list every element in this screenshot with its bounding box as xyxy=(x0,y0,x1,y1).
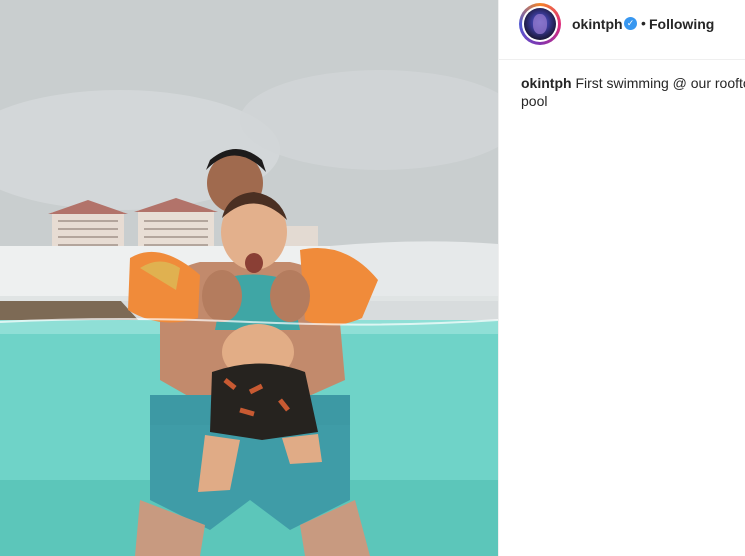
verified-badge-icon: ✓ xyxy=(624,17,637,30)
avatar-ring xyxy=(522,6,558,42)
separator-dot: • xyxy=(641,15,646,31)
pool-scene xyxy=(0,0,498,556)
post-caption: okintph First swimming @ our rooftop poo… xyxy=(521,74,745,110)
post-header: okintph ✓ • Following xyxy=(499,0,745,60)
avatar[interactable] xyxy=(519,3,561,45)
post-photo[interactable] xyxy=(0,0,498,556)
following-button[interactable]: Following xyxy=(649,16,714,32)
post-sidebar: okintph ✓ • Following okintph First swim… xyxy=(498,0,745,556)
caption-username[interactable]: okintph xyxy=(521,75,572,91)
caption-text-line2: pool xyxy=(521,93,548,109)
username-link[interactable]: okintph xyxy=(572,16,623,32)
caption-text: First swimming @ our rooftop xyxy=(575,75,745,91)
avatar-image xyxy=(524,8,556,40)
